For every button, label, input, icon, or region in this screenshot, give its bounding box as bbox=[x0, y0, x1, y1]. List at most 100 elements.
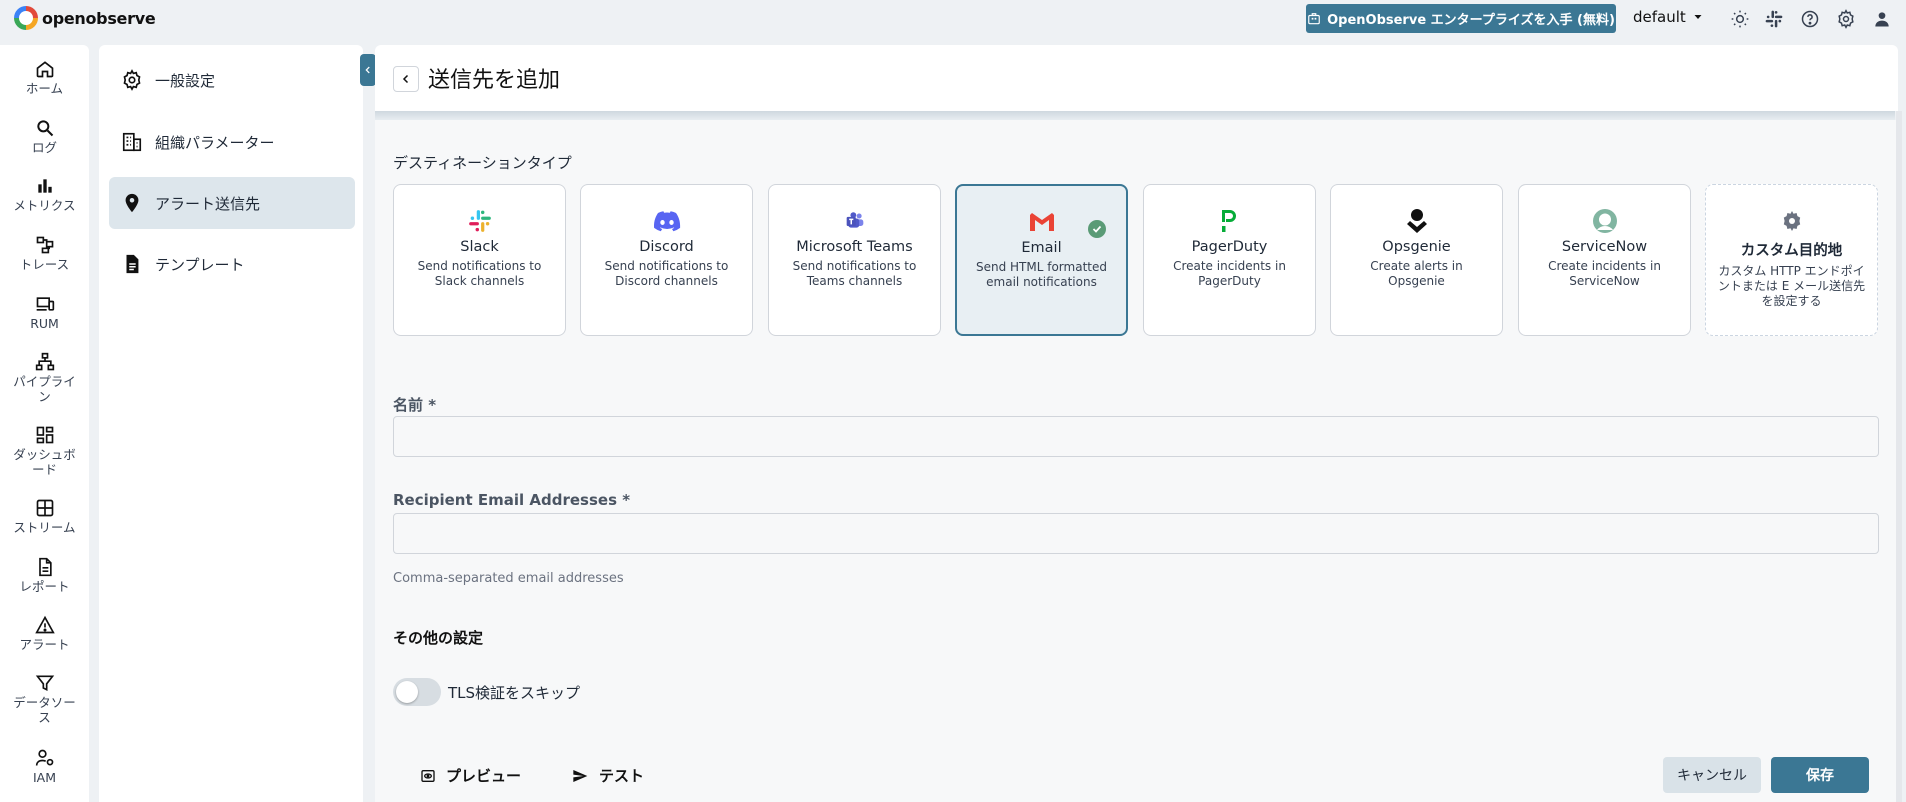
nav-label: データソース bbox=[13, 695, 76, 725]
card-name: Microsoft Teams bbox=[796, 239, 913, 255]
menu-label: アラート送信先 bbox=[155, 194, 261, 213]
nav-item-streams[interactable]: ストリーム bbox=[0, 498, 89, 535]
nav-item-reports[interactable]: レポート bbox=[0, 557, 89, 594]
document-icon bbox=[38, 557, 52, 577]
card-name: Opsgenie bbox=[1382, 239, 1451, 255]
nav-label: ストリーム bbox=[13, 520, 76, 535]
send-icon bbox=[573, 769, 588, 782]
menu-item-org-parameters[interactable]: 組織パラメーター bbox=[109, 116, 355, 168]
card-name: Slack bbox=[460, 239, 499, 255]
page-title: 送信先を追加 bbox=[428, 68, 561, 93]
warning-icon bbox=[34, 615, 55, 634]
preview-eye-icon bbox=[421, 769, 435, 782]
top-bar: openobserve OpenObserve エンタープライズを入手 (無料)… bbox=[0, 0, 1906, 38]
menu-label: テンプレート bbox=[155, 255, 245, 274]
slack-icon bbox=[466, 207, 494, 235]
nav-label: IAM bbox=[32, 770, 57, 785]
nav-label: アラート bbox=[19, 637, 70, 652]
menu-item-templates[interactable]: テンプレート bbox=[109, 238, 355, 290]
gear-icon bbox=[123, 69, 141, 91]
grid-icon bbox=[36, 499, 53, 517]
servicenow-icon bbox=[1591, 207, 1619, 235]
building-icon bbox=[122, 132, 142, 152]
nav-item-data-sources[interactable]: データソース bbox=[0, 673, 89, 725]
test-button[interactable]: テスト bbox=[571, 765, 644, 786]
name-field-label: 名前 * bbox=[393, 396, 437, 414]
nav-item-alerts[interactable]: アラート bbox=[0, 615, 89, 652]
filter-icon bbox=[35, 675, 54, 692]
nav-item-dashboards[interactable]: ダッシュボード bbox=[0, 425, 89, 477]
card-description: Send notifications to Teams channels bbox=[792, 259, 917, 288]
nav-item-pipelines[interactable]: パイプライン bbox=[0, 352, 89, 404]
back-button[interactable] bbox=[393, 66, 419, 92]
nav-item-home[interactable]: ホーム bbox=[0, 59, 89, 96]
user-avatar-icon[interactable] bbox=[1870, 7, 1894, 31]
name-input[interactable] bbox=[393, 416, 1879, 457]
menu-label: 組織パラメーター bbox=[155, 133, 275, 152]
destination-card-teams[interactable]: Microsoft Teams Send notifications to Te… bbox=[768, 184, 941, 336]
settings-gear-icon[interactable] bbox=[1834, 7, 1858, 31]
nav-label: パイプライン bbox=[13, 374, 76, 404]
bar-chart-icon bbox=[37, 179, 52, 193]
slack-community-icon[interactable] bbox=[1762, 7, 1786, 31]
search-icon bbox=[36, 120, 53, 137]
test-label: テスト bbox=[599, 767, 645, 785]
card-description: カスタム HTTP エンドポイントまたは E メール送信先を設定する bbox=[1717, 264, 1866, 308]
save-button[interactable]: 保存 bbox=[1771, 757, 1869, 793]
user-settings-icon bbox=[35, 749, 53, 766]
nav-item-traces[interactable]: トレース bbox=[0, 235, 89, 272]
pipeline-icon bbox=[35, 352, 54, 371]
pagerduty-icon bbox=[1216, 207, 1244, 235]
destination-card-slack[interactable]: Slack Send notifications to Slack channe… bbox=[393, 184, 566, 336]
card-name: PagerDuty bbox=[1191, 239, 1268, 255]
cancel-button[interactable]: キャンセル bbox=[1663, 757, 1761, 793]
recipient-emails-input[interactable] bbox=[393, 513, 1879, 554]
nav-item-rum[interactable]: RUM bbox=[0, 294, 89, 331]
card-description: Create incidents in PagerDuty bbox=[1173, 259, 1286, 288]
skip-tls-toggle[interactable] bbox=[393, 678, 441, 706]
nav-label: メトリクス bbox=[13, 198, 76, 213]
menu-label: 一般設定 bbox=[155, 71, 216, 90]
enterprise-icon bbox=[1308, 12, 1320, 24]
get-enterprise-label: OpenObserve エンタープライズを入手 (無料) bbox=[1327, 13, 1615, 28]
skip-tls-label: TLS検証をスキップ bbox=[448, 684, 581, 702]
location-pin-icon bbox=[125, 193, 139, 213]
org-selector[interactable]: default bbox=[1633, 8, 1704, 26]
nav-label: ログ bbox=[31, 140, 57, 155]
nav-item-logs[interactable]: ログ bbox=[0, 118, 89, 155]
brand-name: openobserve bbox=[42, 8, 156, 28]
preview-label: プレビュー bbox=[446, 767, 522, 785]
other-settings-heading: その他の設定 bbox=[393, 629, 484, 647]
card-name: Email bbox=[1021, 240, 1062, 256]
card-description: Create incidents in ServiceNow bbox=[1548, 259, 1661, 288]
nav-label: レポート bbox=[19, 579, 70, 594]
nav-label: ホーム bbox=[25, 81, 64, 96]
destination-card-discord[interactable]: Discord Send notifications to Discord ch… bbox=[580, 184, 753, 336]
get-enterprise-button[interactable]: OpenObserve エンタープライズを入手 (無料) bbox=[1306, 4, 1616, 33]
trace-icon bbox=[36, 236, 53, 254]
nav-item-iam[interactable]: IAM bbox=[0, 748, 89, 785]
theme-toggle-sun-icon[interactable] bbox=[1728, 7, 1752, 31]
toggle-knob bbox=[396, 681, 418, 703]
main-nav-rail: ホーム ログ メトリクス トレース RUM パイプライン ダッシュボード ストリ… bbox=[0, 45, 89, 802]
brand-logo[interactable]: openobserve bbox=[14, 6, 156, 30]
card-description: Send notifications to Slack channels bbox=[417, 259, 542, 288]
nav-label: トレース bbox=[19, 257, 70, 272]
scrollbar[interactable] bbox=[1896, 111, 1902, 802]
preview-button[interactable]: プレビュー bbox=[420, 765, 521, 786]
header-divider bbox=[375, 111, 1895, 120]
selected-check-icon bbox=[1088, 220, 1106, 238]
nav-item-metrics[interactable]: メトリクス bbox=[0, 176, 89, 213]
discord-icon bbox=[653, 207, 681, 235]
destination-card-custom[interactable]: カスタム目的地 カスタム HTTP エンドポイントまたは E メール送信先を設定… bbox=[1705, 184, 1878, 336]
opsgenie-icon bbox=[1403, 207, 1431, 235]
destination-card-pagerduty[interactable]: PagerDuty Create incidents in PagerDuty bbox=[1143, 184, 1316, 336]
destination-type-label: デスティネーションタイプ bbox=[393, 154, 572, 172]
destination-card-email[interactable]: Email Send HTML formatted email notifica… bbox=[955, 184, 1128, 336]
destination-card-servicenow[interactable]: ServiceNow Create incidents in ServiceNo… bbox=[1518, 184, 1691, 336]
menu-item-alert-destinations[interactable]: アラート送信先 bbox=[109, 177, 355, 229]
collapse-menu-button[interactable] bbox=[360, 54, 376, 86]
menu-item-general-settings[interactable]: 一般設定 bbox=[109, 54, 355, 106]
destination-card-opsgenie[interactable]: Opsgenie Create alerts in Opsgenie bbox=[1330, 184, 1503, 336]
help-icon[interactable] bbox=[1798, 7, 1822, 31]
